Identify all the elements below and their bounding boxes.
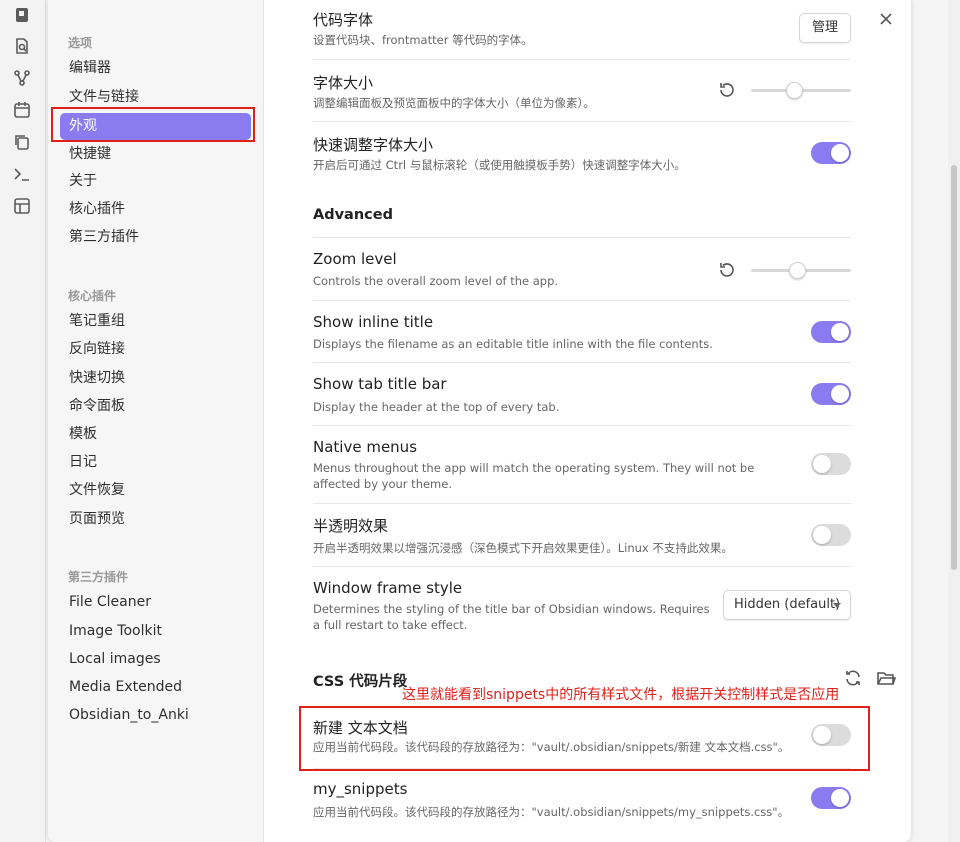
close-icon[interactable] <box>878 11 894 27</box>
core-plugins-header: 核心插件 <box>68 289 117 303</box>
folder-open-icon[interactable] <box>876 668 897 688</box>
setting-desc: Determines the styling of the title bar … <box>313 602 710 632</box>
window-frame-select[interactable]: Hidden (default) <box>723 590 851 620</box>
tab-title-toggle[interactable] <box>811 383 851 405</box>
setting-desc: 应用当前代码段。该代码段的存放路径为："vault/.obsidian/snip… <box>313 740 790 754</box>
select-value: Hidden (default) <box>734 597 841 612</box>
calendar-icon[interactable] <box>13 101 31 119</box>
translucent-toggle[interactable] <box>811 524 851 546</box>
options-header: 选项 <box>68 36 93 50</box>
left-ribbon <box>0 0 46 842</box>
setting-desc: 调整编辑面板及预览面板中的字体大小（单位为像素）。 <box>313 96 595 110</box>
setting-title: 快速调整字体大小 <box>313 136 434 154</box>
sidebar-item-quick-switcher[interactable]: 快速切换 <box>60 365 251 392</box>
setting-quick-font-size: 快速调整字体大小 开启后可通过 Ctrl 与鼠标滚轮（或使用触摸板手势）快速调整… <box>313 121 851 184</box>
sidebar-item-about[interactable]: 关于 <box>60 168 251 195</box>
sidebar-item-core-plugins[interactable]: 核心插件 <box>60 196 251 223</box>
setting-desc: Controls the overall zoom level of the a… <box>313 274 559 288</box>
inline-title-toggle[interactable] <box>811 321 851 343</box>
setting-title: Show inline title <box>313 313 434 331</box>
setting-desc: 应用当前代码段。该代码段的存放路径为："vault/.obsidian/snip… <box>313 805 790 819</box>
setting-native-menus: Native menus Menus throughout the app wi… <box>313 425 851 503</box>
setting-title: Window frame style <box>313 579 463 597</box>
setting-font-size: 字体大小 调整编辑面板及预览面板中的字体大小（单位为像素）。 <box>313 59 851 121</box>
slider-thumb[interactable] <box>789 262 806 279</box>
note-icon[interactable] <box>13 6 31 24</box>
snippet-toggle[interactable] <box>811 787 851 809</box>
setting-desc: Display the header at the top of every t… <box>313 400 560 414</box>
setting-title: Show tab title bar <box>313 375 447 393</box>
sidebar-item-hotkeys[interactable]: 快捷键 <box>60 141 251 168</box>
reload-icon[interactable] <box>843 668 863 688</box>
chevron-down-icon <box>833 603 841 608</box>
layout-icon[interactable] <box>13 197 31 215</box>
sidebar-item-file-cleaner[interactable]: File Cleaner <box>60 589 251 616</box>
setting-desc: 开启后可通过 Ctrl 与鼠标滚轮（或使用触摸板手势）快速调整字体大小。 <box>313 158 686 172</box>
sidebar-item-community-plugins[interactable]: 第三方插件 <box>60 224 251 251</box>
settings-modal: 选项 编辑器 文件与链接 外观 快捷键 关于 核心插件 第三方插件 核心插件 笔… <box>48 0 911 842</box>
reset-icon[interactable] <box>718 81 736 99</box>
setting-translucent: 半透明效果 开启半透明效果以增强沉浸感（深色模式下开启效果更佳）。Linux 不… <box>313 503 851 566</box>
setting-title: 代码字体 <box>313 11 374 29</box>
setting-desc: 设置代码块、frontmatter 等代码的字体。 <box>313 33 533 47</box>
setting-desc: Menus throughout the app will match the … <box>313 461 755 491</box>
setting-desc: 开启半透明效果以增强沉浸感（深色模式下开启效果更佳）。Linux 不支持此效果。 <box>313 541 733 555</box>
sidebar-item-editor[interactable]: 编辑器 <box>60 55 251 82</box>
setting-title: Zoom level <box>313 250 397 268</box>
settings-content: 代码字体 设置代码块、frontmatter 等代码的字体。 管理 字体大小 调… <box>265 0 911 842</box>
sidebar-item-local-images[interactable]: Local images <box>60 646 251 673</box>
window-scrollbar[interactable] <box>948 0 960 842</box>
setting-title: Native menus <box>313 438 418 456</box>
settings-sidebar: 选项 编辑器 文件与链接 外观 快捷键 关于 核心插件 第三方插件 核心插件 笔… <box>48 0 264 842</box>
setting-code-font: 代码字体 设置代码块、frontmatter 等代码的字体。 管理 <box>313 0 851 59</box>
terminal-icon[interactable] <box>13 165 31 183</box>
setting-tab-title-bar: Show tab title bar Display the header at… <box>313 362 851 425</box>
slider-thumb[interactable] <box>786 82 803 99</box>
quick-font-toggle[interactable] <box>811 142 851 164</box>
setting-title: 新建 文本文档 <box>313 719 408 737</box>
manage-button[interactable]: 管理 <box>798 13 851 43</box>
setting-inline-title: Show inline title Displays the filename … <box>313 300 851 362</box>
font-size-slider[interactable] <box>751 80 851 100</box>
sidebar-item-file-recovery[interactable]: 文件恢复 <box>60 477 251 504</box>
zoom-slider[interactable] <box>751 260 851 280</box>
setting-window-frame-style: Window frame style Determines the stylin… <box>313 566 851 644</box>
sidebar-item-files-links[interactable]: 文件与链接 <box>60 84 251 111</box>
sidebar-item-appearance[interactable]: 外观 <box>60 113 251 140</box>
setting-title: 半透明效果 <box>313 517 389 535</box>
sidebar-item-page-preview[interactable]: 页面预览 <box>60 506 251 533</box>
annotation-text: 这里就能看到snippets中的所有样式文件，根据开关控制样式是否应用 <box>402 687 840 703</box>
snippet-row: my_snippets 应用当前代码段。该代码段的存放路径为："vault/.o… <box>313 768 851 830</box>
sidebar-item-note-composer[interactable]: 笔记重组 <box>60 308 251 335</box>
css-snippets-header: CSS 代码片段 <box>313 674 408 690</box>
setting-desc: Displays the filename as an editable tit… <box>313 337 713 351</box>
graph-icon[interactable] <box>13 69 31 87</box>
sidebar-item-obsidian-to-anki[interactable]: Obsidian_to_Anki <box>60 702 251 729</box>
sidebar-item-command-palette[interactable]: 命令面板 <box>60 393 251 420</box>
snippet-toggle[interactable] <box>811 724 851 746</box>
snippet-row: 新建 文本文档 应用当前代码段。该代码段的存放路径为："vault/.obsid… <box>313 706 851 768</box>
search-file-icon[interactable] <box>13 37 31 55</box>
sidebar-item-daily-notes[interactable]: 日记 <box>60 449 251 476</box>
sidebar-item-image-toolkit[interactable]: Image Toolkit <box>60 618 251 645</box>
sidebar-item-templates[interactable]: 模板 <box>60 421 251 448</box>
copy-icon[interactable] <box>13 133 31 151</box>
setting-zoom-level: Zoom level Controls the overall zoom lev… <box>313 237 851 300</box>
advanced-header: Advanced <box>313 207 393 223</box>
native-menus-toggle[interactable] <box>811 453 851 475</box>
sidebar-item-backlinks[interactable]: 反向链接 <box>60 336 251 363</box>
setting-title: 字体大小 <box>313 74 374 92</box>
sidebar-item-media-extended[interactable]: Media Extended <box>60 674 251 701</box>
community-plugins-header: 第三方插件 <box>68 570 129 584</box>
setting-title: my_snippets <box>313 780 408 798</box>
reset-icon[interactable] <box>718 261 736 279</box>
